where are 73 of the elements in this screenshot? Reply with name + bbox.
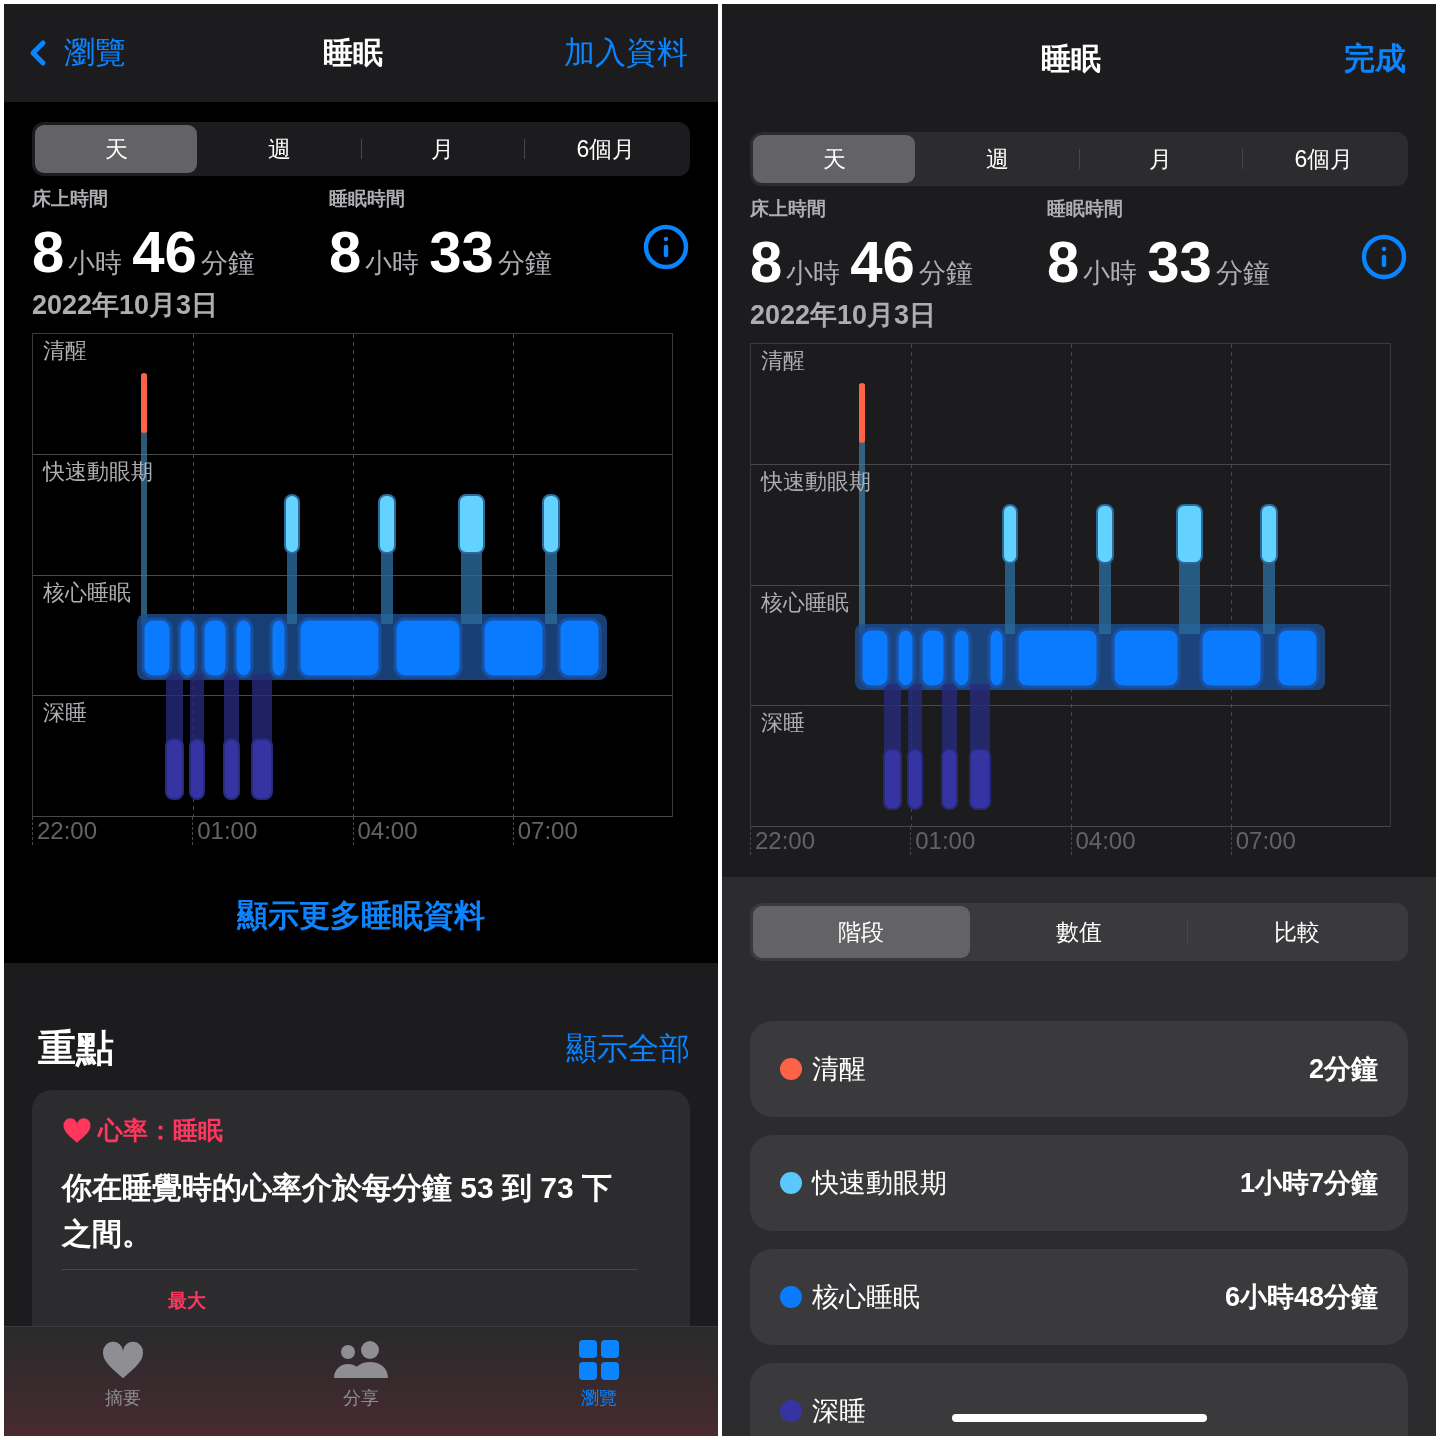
stat-number: 46: [850, 228, 915, 295]
stat-unit: 分鐘: [918, 257, 973, 290]
stage-name: 清醒: [812, 1053, 866, 1086]
segment-tab[interactable]: 天: [35, 125, 198, 173]
time-label: 07:00: [1235, 827, 1296, 854]
stage-label: 深睡: [43, 700, 87, 726]
stage-name: 核心睡眠: [812, 1281, 920, 1314]
time-label: 01:00: [915, 827, 976, 854]
stat-number: 8: [750, 228, 783, 295]
stage-row[interactable]: 深睡: [750, 1363, 1408, 1436]
segment-tab[interactable]: 比較: [1188, 906, 1405, 958]
tab-bar-item[interactable]: 瀏覽: [539, 1339, 659, 1436]
back-link[interactable]: 瀏覽: [18, 32, 126, 74]
stage-row[interactable]: 快速動眼期 1小時7分鐘: [750, 1135, 1408, 1231]
stage-label: 清醒: [761, 348, 805, 373]
time-label: 01:00: [197, 817, 258, 844]
date-text: 2022年10月3日: [32, 289, 220, 322]
segment-tab[interactable]: 週: [198, 125, 361, 173]
stat-unit: 分鐘: [1215, 257, 1270, 290]
tab-bar-item[interactable]: 摘要: [63, 1339, 183, 1436]
stat-number: 8: [1047, 228, 1080, 295]
date-text: 2022年10月3日: [750, 299, 938, 332]
time-label: 22:00: [37, 817, 98, 844]
stat-label: 床上時間: [750, 197, 827, 221]
show-all-link[interactable]: 顯示全部: [566, 1027, 690, 1070]
stage-label: 核心睡眠: [43, 579, 131, 605]
stat-label: 睡眠時間: [329, 187, 406, 211]
stage-name: 深睡: [812, 1395, 866, 1428]
stat-label: 床上時間: [32, 187, 109, 211]
segment-tab[interactable]: 6個月: [1242, 135, 1405, 183]
card-title-text: 心率：睡眠: [98, 1115, 223, 1146]
stage-row[interactable]: 清醒 2分鐘: [750, 1021, 1408, 1117]
stage-value: 6小時48分鐘: [1224, 1281, 1378, 1314]
tab-bar-item[interactable]: 分享: [301, 1339, 421, 1436]
segment-tab[interactable]: 階段: [753, 906, 970, 958]
segment-tab[interactable]: 天: [753, 135, 916, 183]
stage-label: 清醒: [43, 338, 87, 363]
nav-title: 睡眠: [1041, 40, 1101, 77]
stage-row[interactable]: 核心睡眠 6小時48分鐘: [750, 1249, 1408, 1345]
stat-unit: 小時: [68, 247, 123, 280]
stat-unit: 分鐘: [200, 247, 255, 280]
segment-tab[interactable]: 月: [1079, 135, 1242, 183]
stat-number: 46: [132, 218, 197, 285]
segment-tab[interactable]: 數值: [970, 906, 1188, 958]
stat-number: 33: [1147, 228, 1212, 295]
segment-tab[interactable]: 月: [361, 125, 524, 173]
stat-unit: 小時: [1083, 257, 1138, 290]
stage-label: 核心睡眠: [761, 589, 849, 615]
stat-label: 睡眠時間: [1047, 197, 1124, 221]
stage-name: 快速動眼期: [812, 1167, 947, 1200]
time-label: 04:00: [1075, 827, 1136, 854]
stage-label: 深睡: [761, 710, 805, 736]
stat-unit: 分鐘: [497, 247, 552, 280]
nav-title: 睡眠: [323, 34, 383, 71]
card-text: 你在睡覺時的心率介於每分鐘 53 到 73 下之間。: [62, 1165, 637, 1270]
more-data-link[interactable]: 顯示更多睡眠資料: [237, 895, 485, 937]
stat-unit: 小時: [365, 247, 420, 280]
stat-number: 8: [32, 218, 65, 285]
stat-number: 33: [429, 218, 494, 285]
done-link[interactable]: 完成: [1344, 38, 1406, 80]
add-data-link[interactable]: 加入資料: [564, 32, 688, 74]
time-label: 07:00: [517, 817, 578, 844]
stat-number: 8: [329, 218, 362, 285]
stage-value: 1小時7分鐘: [1239, 1167, 1378, 1200]
time-label: 04:00: [357, 817, 418, 844]
highlight-card[interactable]: 心率：睡眠 你在睡覺時的心率介於每分鐘 53 到 73 下之間。 最大: [32, 1090, 690, 1326]
max-label: 最大: [168, 1289, 207, 1313]
segment-tab[interactable]: 週: [916, 135, 1079, 183]
section-title: 重點: [38, 1026, 114, 1071]
segment-tab[interactable]: 6個月: [524, 125, 687, 173]
time-label: 22:00: [755, 827, 816, 854]
stat-unit: 小時: [786, 257, 841, 290]
stage-value: 2分鐘: [1308, 1053, 1378, 1086]
